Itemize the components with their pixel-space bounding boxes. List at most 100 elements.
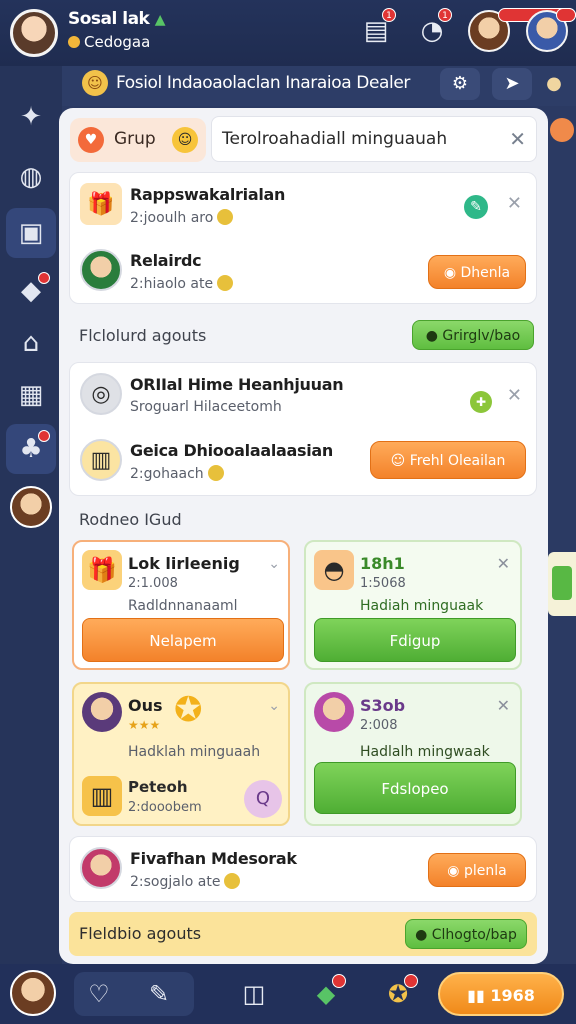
app-subtitle-text: Cedogaa bbox=[84, 33, 151, 51]
close-icon[interactable]: ✕ bbox=[507, 385, 522, 406]
nav-favorites[interactable]: ♡ bbox=[74, 972, 124, 1016]
reward-icon: ✚ bbox=[470, 391, 492, 413]
nav-profile-avatar[interactable] bbox=[10, 970, 56, 1016]
share-button[interactable]: ➤ bbox=[492, 68, 532, 100]
coin-balance: 1968 bbox=[490, 986, 535, 1005]
section-bar: Fleldbio agouts ● Clhogto/bap bbox=[69, 912, 537, 956]
search-icon[interactable]: Q bbox=[244, 780, 282, 818]
tile-button[interactable]: Nelapem bbox=[82, 618, 284, 662]
member-avatar bbox=[82, 692, 122, 732]
reward-tile[interactable]: ◓ 18h1 1:5068 Hadiah minguaak ✕ Fdigup bbox=[304, 540, 522, 670]
search-value: Terolroahadiall minguauah bbox=[222, 129, 448, 149]
leaf-icon: ▲ bbox=[154, 12, 166, 28]
item-meta: 2:jooulh aro bbox=[130, 209, 234, 226]
bell-icon: ● bbox=[546, 73, 562, 94]
sidebar-item-star[interactable]: ✦ bbox=[6, 92, 56, 142]
group-chip[interactable]: ♥ Grup ☺ bbox=[70, 118, 206, 162]
bottle-icon bbox=[552, 566, 572, 600]
tile-button[interactable]: Fdslopeo bbox=[314, 762, 516, 814]
clear-icon[interactable]: ✕ bbox=[509, 127, 526, 151]
action-button[interactable]: ☺ Frehl Oleailan bbox=[370, 441, 526, 479]
inbox-button[interactable]: ▤ 1 bbox=[356, 8, 396, 52]
tile-sub-meta: 2:dooobem bbox=[128, 800, 202, 815]
group-badge bbox=[38, 430, 50, 442]
coin-balance-button[interactable]: ▮▮ 1968 bbox=[438, 972, 564, 1016]
nav-edit[interactable]: ✎ bbox=[124, 972, 194, 1016]
list-item[interactable]: Fivafhan Mdesorak 2:sogjalo ate ◉ plenla bbox=[70, 837, 536, 903]
close-icon[interactable]: ✕ bbox=[497, 696, 510, 715]
reward-tile[interactable]: S3ob 2:008 Hadlalh mingwaak ✕ Fdslopeo bbox=[304, 682, 522, 826]
app-title: Sosal lak ▲ bbox=[68, 9, 166, 29]
tile-meta: 2:008 bbox=[360, 718, 398, 733]
gift-badge bbox=[38, 272, 50, 284]
group-label: Grup bbox=[114, 129, 156, 149]
nav-messages[interactable]: ◫ bbox=[232, 972, 276, 1016]
chevron-down-icon[interactable]: ⌄ bbox=[268, 556, 280, 572]
sub-header-title: Fosiol Indaoaolaclan Inaraioa Dealer bbox=[116, 73, 410, 93]
tile-meta: 2:1.008 bbox=[128, 576, 178, 591]
group-panel: ♥ Grup ☺ Terolroahadiall minguauah ✕ 🎁 R… bbox=[59, 108, 548, 964]
item-name: Relairdc bbox=[130, 251, 202, 270]
nav-gifts[interactable]: ✪ bbox=[376, 972, 420, 1016]
sidebar-item-bag[interactable]: ◍ bbox=[6, 152, 56, 202]
chevron-down-icon[interactable]: ⌄ bbox=[268, 698, 280, 714]
settings-button[interactable]: ⚙ bbox=[440, 68, 480, 100]
gift-box-icon: 🎁 bbox=[82, 550, 122, 590]
sidebar-item-home[interactable]: ⌂ bbox=[6, 318, 56, 368]
list-item[interactable]: ◎ ORIIal Hime Heanhjuuan Sroguarl Hilace… bbox=[70, 363, 536, 429]
sidebar-item-book[interactable]: ▣ bbox=[6, 208, 56, 258]
token-icon bbox=[224, 873, 241, 889]
member-card-3: Fivafhan Mdesorak 2:sogjalo ate ◉ plenla bbox=[69, 836, 537, 902]
app-title-text: Sosal lak bbox=[68, 9, 150, 29]
item-name: Fivafhan Mdesorak bbox=[130, 849, 297, 868]
reward-tile[interactable]: 🎁 Lok lirleenig 2:1.008 Radldnnanaaml ⌄ … bbox=[72, 540, 290, 670]
item-name: ORIIal Hime Heanhjuuan bbox=[130, 375, 344, 394]
tile-name: Lok lirleenig bbox=[128, 554, 240, 573]
right-peek-card bbox=[548, 552, 576, 616]
bell-button[interactable]: ● bbox=[536, 68, 572, 100]
sidebar-item-group[interactable]: ♣ bbox=[6, 424, 56, 474]
home-icon: ⌂ bbox=[22, 328, 40, 358]
tile-desc: Hadklah minguaah bbox=[128, 744, 261, 760]
gift-box-icon: 🎁 bbox=[80, 183, 122, 225]
list-item[interactable]: ▥ Geica Dhiooalaalaasian 2:gohaach ☺ Fre… bbox=[70, 429, 536, 495]
sidebar-item-profile[interactable] bbox=[6, 482, 56, 532]
item-meta: Sroguarl Hilaceetomh bbox=[130, 399, 282, 415]
tile-button[interactable]: Fdigup bbox=[314, 618, 516, 662]
profile-avatar[interactable] bbox=[10, 9, 58, 57]
search-field[interactable]: Terolroahadiall minguauah ✕ bbox=[211, 116, 537, 162]
sidebar-item-shop[interactable]: ▦ bbox=[6, 370, 56, 420]
section-button[interactable]: ● Grirglv/bao bbox=[412, 320, 534, 350]
tile-desc: Hadlalh mingwaak bbox=[360, 744, 490, 760]
close-icon[interactable]: ✕ bbox=[507, 193, 522, 214]
top-bar: Sosal lak ▲ Cedogaa ▤ 1 ◔ 1 bbox=[0, 0, 576, 66]
tile-desc: Radldnnanaaml bbox=[128, 598, 238, 614]
tile-sub-name: Peteoh bbox=[128, 778, 188, 796]
profile-mini-avatar bbox=[10, 486, 52, 528]
tile-name: Ous bbox=[128, 696, 163, 715]
nav-rewards[interactable]: ◆ bbox=[304, 972, 348, 1016]
section-button[interactable]: ● Clhogto/bap bbox=[405, 919, 527, 949]
sidebar-item-gift[interactable]: ◆ bbox=[6, 266, 56, 316]
leader-icon: ☺ bbox=[82, 70, 108, 96]
rewards-badge bbox=[332, 974, 346, 988]
star-icon: ✦ bbox=[20, 102, 42, 132]
token-icon bbox=[217, 209, 234, 225]
tile-name: 18h1 bbox=[360, 554, 405, 573]
reward-tile[interactable]: Ous ★★★ ✪ ⌄ Hadklah minguaah ▥ Peteoh 2:… bbox=[72, 682, 290, 826]
smile-icon: ☺ bbox=[172, 127, 198, 153]
item-name: Geica Dhiooalaalaasian bbox=[130, 441, 334, 460]
medal-icon: ✪ bbox=[174, 690, 203, 730]
shop-icon: ▦ bbox=[18, 380, 44, 410]
list-item[interactable]: Relairdc 2:hiaolo ate ◉ Dhenla bbox=[70, 239, 536, 305]
timer-button[interactable]: ◔ 1 bbox=[412, 8, 452, 52]
left-sidebar: ✦ ◍ ▣ ◆ ⌂ ▦ ♣ bbox=[0, 66, 62, 964]
list-item[interactable]: 🎁 Rappswakalrialan 2:jooulh aro ✎ ✕ bbox=[70, 173, 536, 239]
treasure-chest-icon: ▥ bbox=[80, 439, 122, 481]
bag-icon: ◍ bbox=[19, 162, 43, 192]
close-icon[interactable]: ✕ bbox=[497, 554, 510, 573]
action-button[interactable]: ◉ plenla bbox=[428, 853, 526, 887]
edit-icon: ✎ bbox=[148, 980, 170, 1008]
section-title: Flclolurd agouts bbox=[79, 326, 207, 345]
action-button[interactable]: ◉ Dhenla bbox=[428, 255, 526, 289]
